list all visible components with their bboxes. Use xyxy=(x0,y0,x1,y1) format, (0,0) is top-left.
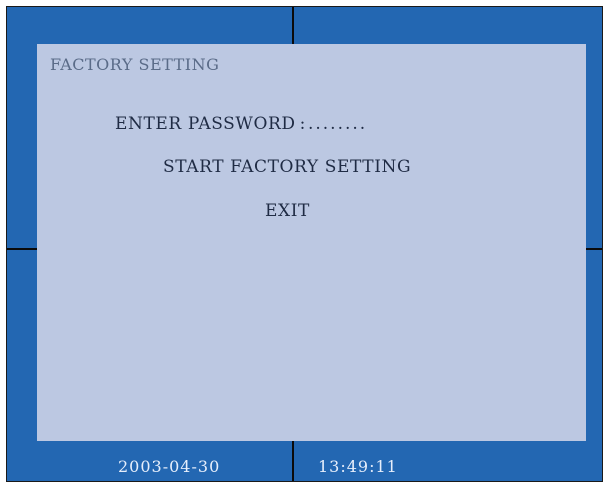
enter-password-item[interactable]: ENTER PASSWORD:........ xyxy=(115,114,367,134)
status-date: 2003-04-30 xyxy=(118,457,221,476)
password-colon: : xyxy=(299,114,306,134)
password-label: ENTER PASSWORD xyxy=(115,114,296,134)
menu-title: FACTORY SETTING xyxy=(50,55,220,74)
factory-setting-menu: FACTORY SETTING ENTER PASSWORD:........ … xyxy=(37,44,586,441)
start-factory-setting-button[interactable]: START FACTORY SETTING xyxy=(163,157,411,177)
exit-button[interactable]: EXIT xyxy=(265,201,310,221)
dvr-screen: FACTORY SETTING ENTER PASSWORD:........ … xyxy=(6,6,603,482)
password-field[interactable]: ........ xyxy=(308,114,367,134)
status-time: 13:49:11 xyxy=(318,457,398,476)
